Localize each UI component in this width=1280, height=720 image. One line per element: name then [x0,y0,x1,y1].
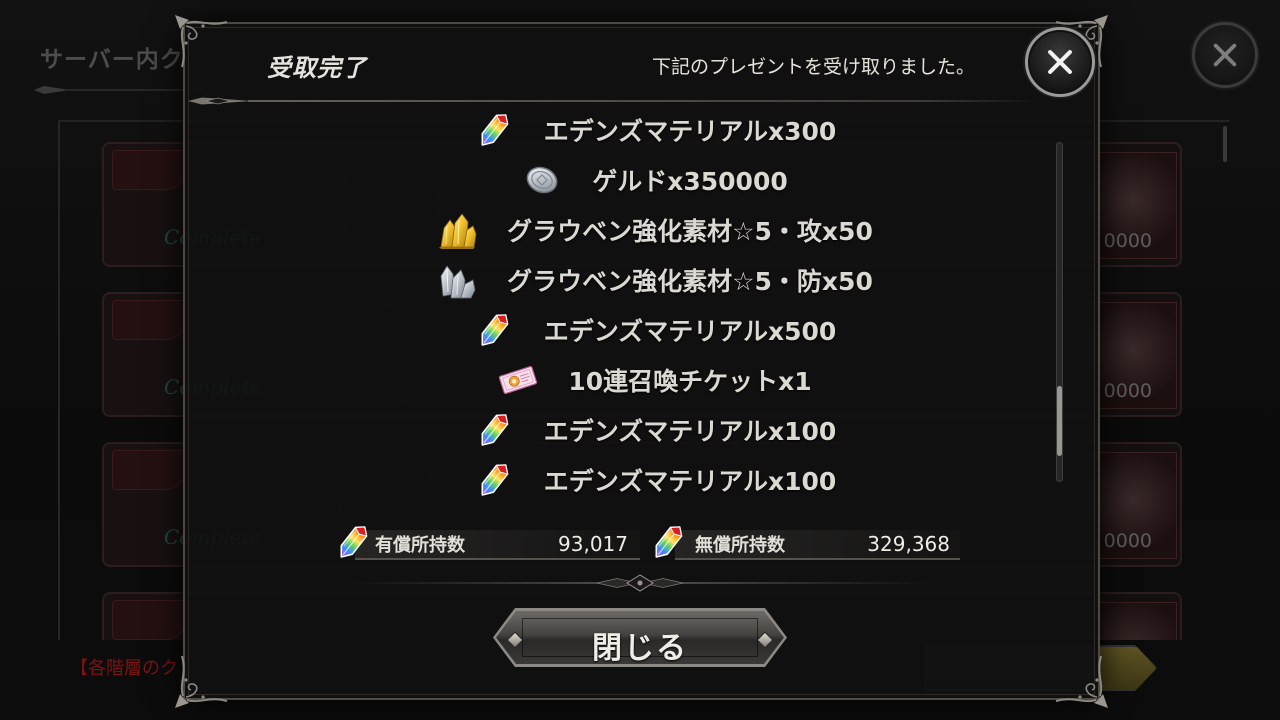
gold-ore-icon [437,210,477,250]
dialog-close-button[interactable] [1025,27,1095,97]
reward-item: 10連召喚チケットx1 [355,355,955,405]
row-bookmark [112,150,186,190]
dialog-message: 下記のプレゼントを受け取りました。 [652,56,976,78]
reward-item: グラウベン強化素材☆5・攻x50 [355,205,955,255]
reward-item: エデンズマテリアルx300 [355,105,955,155]
reward-item: エデンズマテリアルx500 [355,305,955,355]
eden-material-icon [474,110,514,150]
silver-ore-icon [437,260,477,300]
reward-label: 10連召喚チケットx1 [568,367,812,396]
eden-material-icon [474,310,514,350]
dialog-title: 受取完了 [267,54,367,82]
scrollbar-thumb[interactable] [1057,386,1062,456]
reward-label: エデンズマテリアルx500 [543,317,837,346]
free-balance-value: 329,368 [867,532,950,556]
footer-divider [345,574,935,592]
row-amount: 0000 [1103,530,1152,552]
corner-ornament [173,13,229,69]
reward-list-scrollbar[interactable] [1056,142,1063,482]
row-bookmark [112,600,186,640]
close-button-label: 閉じる [592,631,688,666]
background-footer-notice: 【各階層のク [70,658,178,679]
reward-label: ゲルドx350000 [592,167,788,196]
reward-item: エデンズマテリアルx100 [355,405,955,455]
corner-ornament [173,654,229,710]
paid-balance: 有償所持数 93,017 [355,530,640,560]
close-button-face: 閉じる [496,611,784,664]
eden-material-icon [474,460,514,500]
background-screen-title: サーバー内ク [40,47,184,73]
summon-ticket-icon [498,360,538,400]
row-amount: 0000 [1103,380,1152,402]
row-bookmark [112,450,186,490]
paid-balance-label: 有償所持数 [375,535,465,556]
background-title-rule [34,86,204,94]
geld-coin-icon [522,160,562,200]
reward-item: ゲルドx350000 [355,155,955,205]
reward-received-dialog: 受取完了 下記のプレゼントを受け取りました。 エデンズマテリアルx300 ゲルドx… [183,22,1100,700]
reward-item: エデンズマテリアルx100 [355,455,955,505]
free-balance-label: 無償所持数 [695,535,785,556]
eden-material-icon [648,522,688,562]
row-amount: 0000 [1103,230,1152,252]
reward-label: エデンズマテリアルx100 [543,467,837,496]
background-list-scrollbar[interactable] [1223,126,1227,162]
reward-label: エデンズマテリアルx100 [543,417,837,446]
free-balance: 無償所持数 329,368 [675,530,960,560]
close-icon [1042,44,1078,80]
eden-material-icon [333,522,373,562]
corner-ornament [1054,654,1110,710]
reward-list: エデンズマテリアルx300 ゲルドx350000 グラウベン強化素材☆5・攻x50 グ… [355,105,955,525]
reward-label: グラウベン強化素材☆5・防x50 [507,267,873,296]
row-reward-image [1089,602,1177,640]
game-screen: サーバー内ク Complete 0000 Complete 0000 Compl… [0,0,1280,720]
reward-label: グラウベン強化素材☆5・攻x50 [507,217,873,246]
row-bookmark [112,300,186,340]
close-dialog-button[interactable]: 閉じる [493,608,787,667]
eden-material-icon [474,410,514,450]
reward-item: グラウベン強化素材☆5・防x50 [355,255,955,305]
background-close-button[interactable] [1192,22,1258,88]
paid-balance-value: 93,017 [558,532,628,556]
reward-label: エデンズマテリアルx300 [543,117,837,146]
